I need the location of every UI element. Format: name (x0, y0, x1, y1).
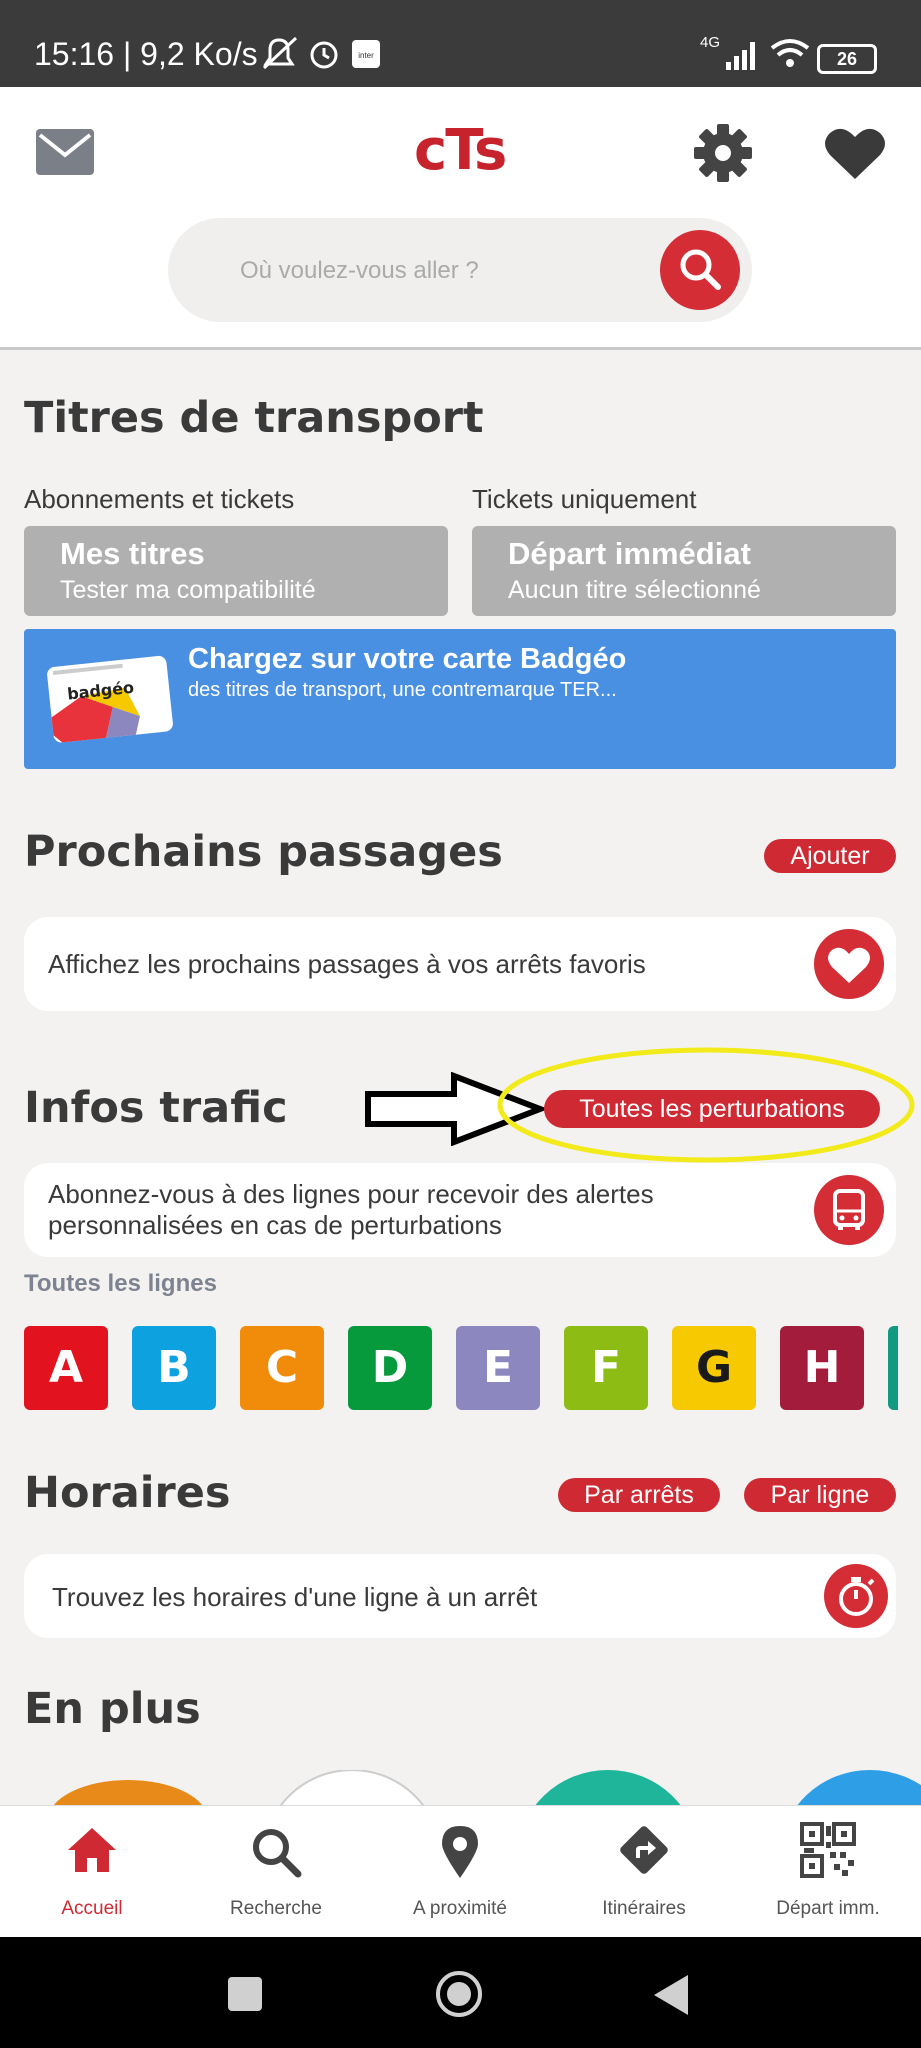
line-tile-next-peek[interactable] (888, 1326, 898, 1410)
add-favorite-button[interactable]: Ajouter (764, 839, 896, 873)
tickets-left-caption: Abonnements et tickets (24, 484, 295, 514)
tickets-right-caption: Tickets uniquement (472, 484, 697, 514)
qr-code-icon (800, 1822, 856, 1878)
nav-search[interactable]: Recherche (184, 1806, 368, 1938)
nav-routes[interactable]: Itinéraires (552, 1806, 736, 1938)
line-tile-c[interactable]: C (240, 1326, 324, 1410)
alerts-card[interactable]: Abonnez-vous à des lignes pour recevoir … (24, 1163, 896, 1257)
nav-nearby[interactable]: A proximité (368, 1806, 552, 1938)
search-button[interactable] (660, 230, 740, 310)
badgeo-banner[interactable]: badgéo Chargez sur votre carte Badgéo de… (24, 629, 896, 769)
mes-titres-button[interactable]: Mes titres Tester ma compatibilité (24, 526, 448, 616)
section-title-passages: Prochains passages (24, 827, 503, 877)
section-title-en-plus: En plus (24, 1684, 201, 1734)
nav-depart-label: Départ imm. (776, 1898, 880, 1919)
system-navigation-bar (0, 1937, 921, 2048)
depart-immediat-button[interactable]: Départ immédiat Aucun titre sélectionné (472, 526, 896, 616)
by-stops-button[interactable]: Par arrêts (558, 1478, 720, 1512)
nav-home-label: Accueil (61, 1898, 123, 1919)
line-tile-f[interactable]: F (564, 1326, 648, 1410)
timer-button (824, 1564, 888, 1628)
status-icons: inter (262, 36, 380, 70)
by-line-button[interactable]: Par ligne (744, 1478, 896, 1512)
favorite-heart-button (814, 929, 884, 999)
depart-immediat-subtitle: Aucun titre sélectionné (508, 576, 761, 604)
depart-immediat-title: Départ immédiat (508, 536, 751, 571)
favorites-card[interactable]: Affichez les prochains passages à vos ar… (24, 917, 896, 1011)
favorites-card-text: Affichez les prochains passages à vos ar… (48, 949, 646, 979)
line-tile-b[interactable]: B (132, 1326, 216, 1410)
line-tile-e[interactable]: E (456, 1326, 540, 1410)
all-disruptions-button[interactable]: Toutes les perturbations (544, 1090, 880, 1128)
search-input[interactable] (238, 248, 642, 294)
badgeo-card-icon: badgéo (47, 655, 173, 743)
line-tile-d[interactable]: D (348, 1326, 432, 1410)
map-pin-icon (442, 1826, 478, 1878)
home-icon (68, 1828, 116, 1872)
badgeo-subtitle: des titres de transport, une contremarqu… (188, 679, 617, 701)
battery-indicator: 26 (817, 44, 877, 74)
timetable-card[interactable]: Trouvez les horaires d'une ligne à un ar… (24, 1554, 896, 1638)
line-tile-h[interactable]: H (780, 1326, 864, 1410)
svg-text:inter: inter (358, 51, 374, 60)
app-header: cTs (0, 87, 921, 350)
gear-icon[interactable] (692, 122, 754, 184)
nav-search-label: Recherche (230, 1898, 322, 1919)
directions-icon (620, 1826, 668, 1874)
search-icon (253, 1829, 302, 1878)
nav-depart[interactable]: Départ imm. (736, 1806, 920, 1938)
lines-row: ABCDEFGH (24, 1326, 921, 1410)
all-lines-caption: Toutes les lignes (24, 1270, 217, 1297)
badgeo-title: Chargez sur votre carte Badgéo (188, 643, 627, 675)
status-time: 15:16 | 9,2 Ko/s (34, 36, 258, 72)
recents-button[interactable] (228, 1977, 262, 2011)
heart-icon (828, 947, 870, 983)
mes-titres-subtitle: Tester ma compatibilité (60, 576, 316, 604)
section-title-trafic: Infos trafic (24, 1083, 288, 1133)
home-system-button[interactable] (434, 1969, 484, 2019)
back-button[interactable] (652, 1973, 692, 2017)
cts-logo: cTs (414, 118, 507, 183)
extras-carousel-peek (53, 1770, 921, 1806)
search-icon (680, 249, 721, 290)
mes-titres-title: Mes titres (60, 536, 205, 571)
section-title-tickets: Titres de transport (24, 393, 484, 443)
stopwatch-icon (839, 1577, 875, 1616)
mail-icon[interactable] (36, 129, 94, 175)
section-title-horaires: Horaires (24, 1468, 231, 1518)
status-bar: 15:16 | 9,2 Ko/s inter 4G 26 (0, 0, 921, 87)
nav-routes-label: Itinéraires (602, 1898, 686, 1919)
timetable-card-text: Trouvez les horaires d'une ligne à un ar… (52, 1582, 538, 1612)
bottom-navigation: Accueil Recherche A proximité Itinéraire… (0, 1805, 921, 1938)
line-tile-g[interactable]: G (672, 1326, 756, 1410)
bus-icon (833, 1189, 865, 1230)
line-tile-a[interactable]: A (24, 1326, 108, 1410)
alerts-card-text: Abonnez-vous à des lignes pour recevoir … (48, 1179, 654, 1240)
favorites-heart-icon[interactable] (824, 125, 886, 181)
bus-alert-button (814, 1175, 884, 1245)
nav-home[interactable]: Accueil (0, 1806, 184, 1938)
nav-nearby-label: A proximité (413, 1898, 507, 1919)
